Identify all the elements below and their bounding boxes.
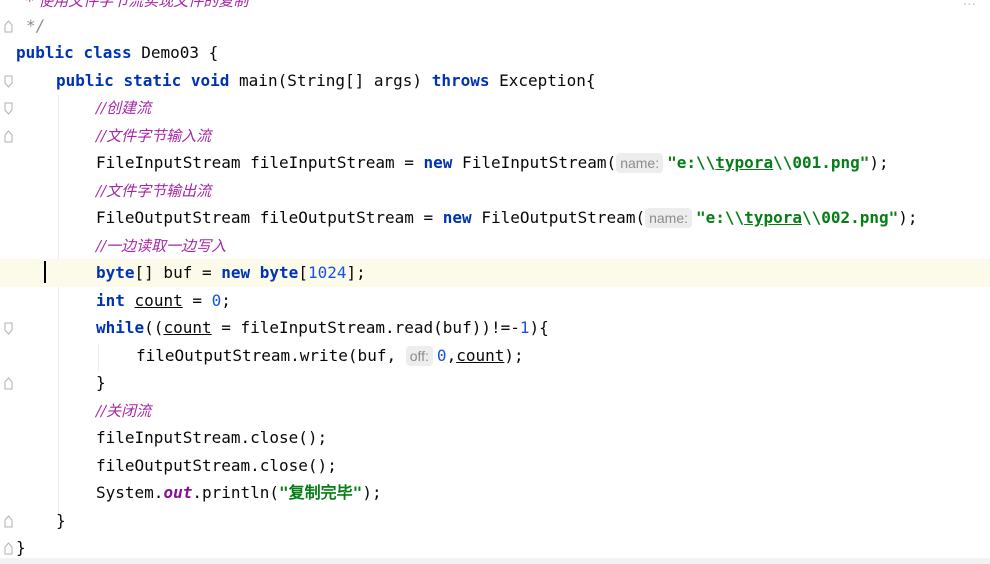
code-line[interactable]: */ [0,12,990,40]
code-line[interactable]: public class Demo03 { [0,39,990,67]
code-line[interactable]: //文件字节输入流 [0,122,990,150]
code-line[interactable]: int count = 0; [0,287,990,315]
code-line[interactable]: fileInputStream.close(); [0,424,990,452]
code-line[interactable]: public static void main(String[] args) t… [0,67,990,95]
code-line[interactable]: fileOutputStream.write(buf, off: 0,count)… [0,342,990,370]
code-line[interactable]: fileOutputStream.close(); [0,452,990,480]
code-line[interactable]: FileInputStream fileInputStream = new Fi… [0,149,990,177]
horizontal-scrollbar[interactable] [0,558,990,564]
code-line[interactable]: //关闭流 [0,397,990,425]
code-line[interactable]: FileOutputStream fileOutputStream = new … [0,204,990,232]
code-line[interactable]: //创建流 [0,94,990,122]
current-code-line[interactable]: byte[] buf = new byte[1024]; [0,259,990,287]
code-line[interactable]: } [0,507,990,535]
code-line[interactable]: System.out.println("复制完毕"); [0,479,990,507]
param-hint: name: [645,208,692,228]
param-hint: name: [616,153,664,173]
code-line[interactable]: while((count = fileInputStream.read(buf)… [0,314,990,342]
param-hint: off: [405,346,433,366]
code-line[interactable]: //一边读取一边写入 [0,232,990,260]
text-caret [44,261,46,283]
code-line[interactable]: } [0,369,990,397]
code-line[interactable]: //文件字节输出流 [0,177,990,205]
